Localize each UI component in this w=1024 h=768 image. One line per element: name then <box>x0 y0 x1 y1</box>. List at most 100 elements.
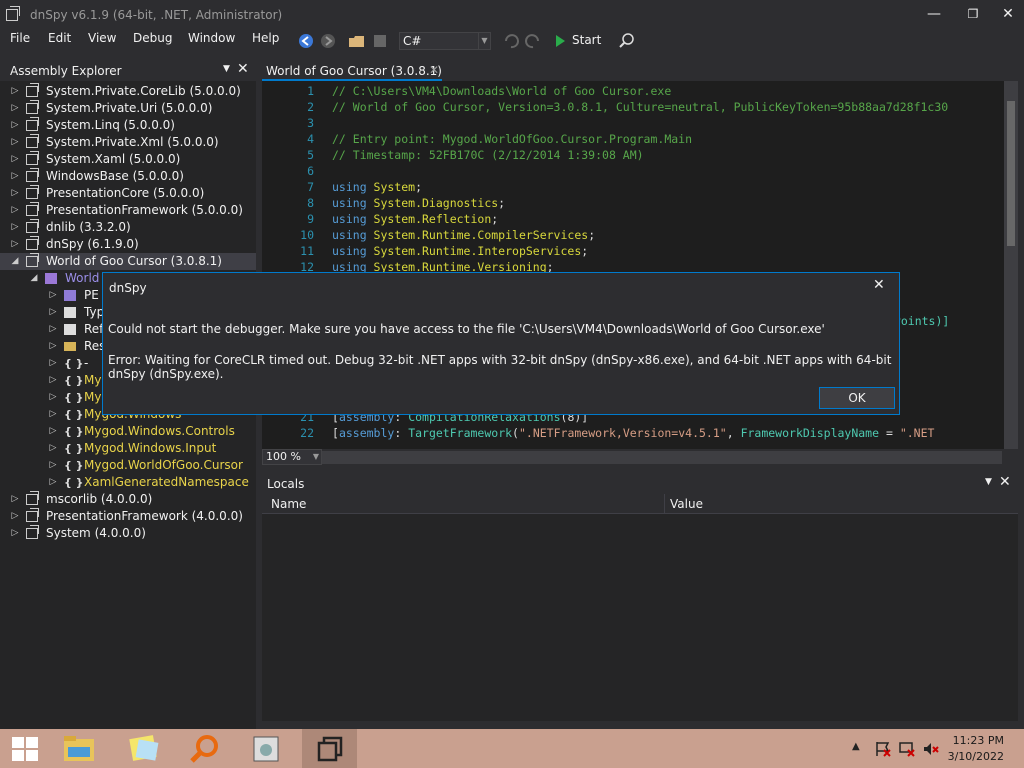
tree-item[interactable]: ▷ mscorlib (4.0.0.0) <box>0 491 256 508</box>
expand-arrow-icon[interactable]: ▷ <box>48 321 58 338</box>
ok-button[interactable]: OK <box>819 387 895 409</box>
tree-item[interactable]: ▷ System.Private.Xml (5.0.0.0) <box>0 134 256 151</box>
taskbar-search-button[interactable] <box>177 729 232 768</box>
expand-arrow-icon[interactable]: ▷ <box>10 185 20 202</box>
navigate-back-icon[interactable] <box>297 32 315 50</box>
close-tab-icon[interactable]: ✕ <box>429 63 439 77</box>
collapse-arrow-icon[interactable]: ◢ <box>10 253 20 270</box>
menu-view[interactable]: View <box>88 31 116 45</box>
panel-options-icon[interactable]: ▼ <box>985 477 992 487</box>
expand-arrow-icon[interactable]: ▷ <box>10 83 20 100</box>
scrollbar-thumb[interactable] <box>1007 101 1015 246</box>
tree-item[interactable]: ▷ { } XamlGeneratedNamespace <box>0 474 256 491</box>
tree-item[interactable]: ▷ { } Mygod.WorldOfGoo.Cursor <box>0 457 256 474</box>
expand-arrow-icon[interactable]: ▷ <box>10 134 20 151</box>
close-panel-icon[interactable]: ✕ <box>237 61 249 77</box>
expand-arrow-icon[interactable]: ▷ <box>48 287 58 304</box>
close-window-button[interactable]: ✕ <box>990 3 1024 25</box>
expand-arrow-icon[interactable]: ▷ <box>48 440 58 457</box>
collapse-arrow-icon[interactable]: ◢ <box>29 270 39 287</box>
open-folder-icon[interactable] <box>348 32 366 50</box>
expand-arrow-icon[interactable]: ▷ <box>10 219 20 236</box>
taskbar-file-explorer-button[interactable] <box>52 729 107 768</box>
title-bar: dnSpy v6.1.9 (64-bit, .NET, Administrato… <box>0 0 1024 30</box>
menu-help[interactable]: Help <box>252 31 279 45</box>
editor-horizontal-scrollbar[interactable] <box>322 451 1002 464</box>
chevron-down-icon[interactable]: ▼ <box>313 450 319 464</box>
expand-arrow-icon[interactable]: ▷ <box>48 372 58 389</box>
menu-file[interactable]: File <box>10 31 30 45</box>
undo-icon[interactable] <box>502 32 520 50</box>
tree-item[interactable]: ▷ PresentationFramework (5.0.0.0) <box>0 202 256 219</box>
minimize-button[interactable]: — <box>916 3 952 25</box>
zoom-combo[interactable]: 100 % ▼ <box>262 449 322 465</box>
expand-arrow-icon[interactable]: ▷ <box>10 151 20 168</box>
show-hidden-icons-icon[interactable]: ▲ <box>852 741 860 752</box>
expand-arrow-icon[interactable]: ▷ <box>48 423 58 440</box>
tree-item[interactable]: ▷ dnSpy (6.1.9.0) <box>0 236 256 253</box>
column-name-header[interactable]: Name <box>271 497 306 511</box>
tree-item[interactable]: ▷ System.Private.CoreLib (5.0.0.0) <box>0 83 256 100</box>
expand-arrow-icon[interactable]: ▷ <box>10 202 20 219</box>
module-icon <box>45 273 57 284</box>
taskbar-dnspy-button[interactable] <box>302 729 357 768</box>
expand-arrow-icon[interactable]: ▷ <box>48 304 58 321</box>
flag-notification-icon[interactable] <box>874 740 892 758</box>
tree-item[interactable]: ▷ { } Mygod.Windows.Input <box>0 440 256 457</box>
locals-panel: Locals ▼ ✕ Name Value <box>262 474 1018 721</box>
tree-item[interactable]: ▷ System.Private.Uri (5.0.0.0) <box>0 100 256 117</box>
expand-arrow-icon[interactable]: ▷ <box>10 117 20 134</box>
expand-arrow-icon[interactable]: ▷ <box>48 389 58 406</box>
taskbar-app-button[interactable] <box>238 729 293 768</box>
code-token: // World of Goo Cursor, Version=3.0.8.1,… <box>332 100 949 114</box>
expand-arrow-icon[interactable]: ▷ <box>48 338 58 355</box>
expand-arrow-icon[interactable]: ▷ <box>10 508 20 525</box>
reference-icon <box>64 307 76 318</box>
expand-arrow-icon[interactable]: ▷ <box>48 474 58 491</box>
menu-window[interactable]: Window <box>188 31 235 45</box>
expand-arrow-icon[interactable]: ▷ <box>10 525 20 542</box>
menu-edit[interactable]: Edit <box>48 31 71 45</box>
document-tab[interactable]: World of Goo Cursor (3.0.8.1) ✕ <box>262 61 442 81</box>
expand-arrow-icon[interactable]: ▷ <box>10 168 20 185</box>
navigate-forward-icon[interactable] <box>319 32 337 50</box>
expand-arrow-icon[interactable]: ▷ <box>10 236 20 253</box>
tree-item[interactable]: ▷ { } Mygod.Windows.Controls <box>0 423 256 440</box>
menu-debug[interactable]: Debug <box>133 31 172 45</box>
taskbar-sticky-notes-button[interactable] <box>117 729 172 768</box>
tree-item[interactable]: ◢ World of Goo Cursor (3.0.8.1) <box>0 253 256 270</box>
play-icon <box>556 34 565 47</box>
expand-arrow-icon[interactable]: ▷ <box>48 457 58 474</box>
expand-arrow-icon[interactable]: ▷ <box>48 406 58 423</box>
save-all-icon[interactable] <box>371 32 389 50</box>
tree-item-label: Mygod.Windows.Controls <box>84 424 235 438</box>
tree-item[interactable]: ▷ PresentationCore (5.0.0.0) <box>0 185 256 202</box>
dialog-close-button[interactable]: ✕ <box>873 277 885 293</box>
tree-item[interactable]: ▷ System (4.0.0.0) <box>0 525 256 542</box>
start-debugging-button[interactable]: Start <box>556 33 601 47</box>
tree-item[interactable]: ▷ System.Linq (5.0.0.0) <box>0 117 256 134</box>
network-icon[interactable] <box>898 740 916 758</box>
clock-time[interactable]: 11:23 PM <box>953 734 1004 747</box>
expand-arrow-icon[interactable]: ▷ <box>10 491 20 508</box>
windows-start-icon[interactable] <box>12 737 38 761</box>
column-value-header[interactable]: Value <box>670 497 703 511</box>
editor-vertical-scrollbar[interactable] <box>1004 81 1018 449</box>
language-combo[interactable]: C# ▼ <box>399 32 491 50</box>
chevron-down-icon[interactable]: ▼ <box>478 33 490 49</box>
search-icon[interactable] <box>618 32 636 50</box>
maximize-button[interactable]: ❐ <box>955 3 991 25</box>
close-panel-icon[interactable]: ✕ <box>999 474 1011 490</box>
volume-muted-icon[interactable] <box>922 740 940 758</box>
redo-icon[interactable] <box>524 32 542 50</box>
tree-item[interactable]: ▷ WindowsBase (5.0.0.0) <box>0 168 256 185</box>
expand-arrow-icon[interactable]: ▷ <box>48 355 58 372</box>
panel-options-icon[interactable]: ▼ <box>223 64 230 74</box>
expand-arrow-icon[interactable]: ▷ <box>10 100 20 117</box>
line-number: 9 <box>307 212 314 226</box>
column-separator[interactable] <box>664 494 665 514</box>
tree-item[interactable]: ▷ PresentationFramework (4.0.0.0) <box>0 508 256 525</box>
tree-item[interactable]: ▷ System.Xaml (5.0.0.0) <box>0 151 256 168</box>
tree-item[interactable]: ▷ dnlib (3.3.2.0) <box>0 219 256 236</box>
clock-date[interactable]: 3/10/2022 <box>948 750 1004 763</box>
